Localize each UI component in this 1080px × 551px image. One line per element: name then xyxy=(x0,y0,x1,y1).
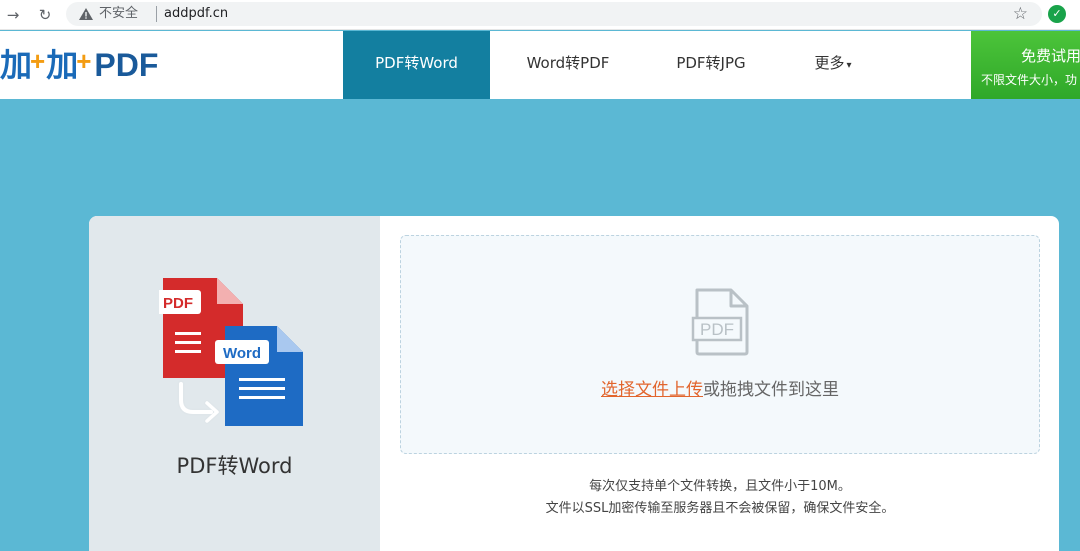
nav-more-dropdown[interactable]: 更多 ▾ xyxy=(782,31,884,99)
pdf-badge-label: PDF xyxy=(163,295,193,312)
nav-pdf-to-word[interactable]: PDF转Word xyxy=(343,31,490,99)
nav-label: PDF转Word xyxy=(375,54,458,72)
caret-down-icon: ▾ xyxy=(846,60,852,71)
site-logo[interactable]: 加+加+PDF xyxy=(0,45,158,85)
logo-text: PDF xyxy=(94,47,159,83)
logo-char: 加 xyxy=(0,47,33,83)
logo-plus: + xyxy=(76,46,92,76)
upload-hint: 选择文件上传或拖拽文件到这里 xyxy=(401,375,1039,400)
note-line: 每次仅支持单个文件转换，且文件小于10M。 xyxy=(589,479,851,494)
nav-label: 更多 xyxy=(814,54,845,72)
pdf-file-icon: PDF xyxy=(691,288,749,356)
divider xyxy=(156,6,157,22)
file-drop-zone[interactable]: PDF 选择文件上传或拖拽文件到这里 xyxy=(400,235,1040,454)
word-badge-label: Word xyxy=(223,345,261,362)
converter-card: PDF Word PDF转Word PDF 选择文件上传或拖拽文件到这里 每次仅… xyxy=(89,216,1059,551)
site-header: 加+加+PDF PDF转Word Word转PDF PDF转JPG 更多 ▾ 免费… xyxy=(0,31,1080,99)
tool-panel: PDF Word PDF转Word xyxy=(89,216,380,551)
trial-title: 免费试用 xyxy=(1021,47,1080,65)
browser-toolbar: → ↻ 不安全 addpdf.cn ☆ ✓ xyxy=(0,0,1080,30)
trial-subtitle: 不限文件大小，功 xyxy=(981,73,1078,87)
upload-notes: 每次仅支持单个文件转换，且文件小于10M。 文件以SSL加密传输至服务器且不会被… xyxy=(400,476,1040,520)
note-line: 文件以SSL加密传输至服务器且不会被保留，确保文件安全。 xyxy=(545,501,895,516)
address-bar[interactable]: 不安全 addpdf.cn ☆ xyxy=(66,2,1042,26)
url-text[interactable]: addpdf.cn xyxy=(164,6,228,22)
reload-icon[interactable]: ↻ xyxy=(36,6,54,24)
warning-icon xyxy=(79,8,93,20)
file-icon-label: PDF xyxy=(700,320,734,339)
nav-label: Word转PDF xyxy=(526,54,610,72)
nav-pdf-to-jpg[interactable]: PDF转JPG xyxy=(640,31,782,99)
extension-icon[interactable]: ✓ xyxy=(1048,5,1066,23)
nav-label: PDF转JPG xyxy=(676,54,746,72)
nav-word-to-pdf[interactable]: Word转PDF xyxy=(496,31,640,99)
drag-hint-text: 或拖拽文件到这里 xyxy=(703,380,839,400)
forward-icon[interactable]: → xyxy=(4,6,22,24)
logo-plus: + xyxy=(30,46,46,76)
tool-title: PDF转Word xyxy=(176,454,293,478)
free-trial-button[interactable]: 免费试用 不限文件大小，功 xyxy=(971,31,1080,99)
logo-char: 加 xyxy=(46,47,79,83)
security-status: 不安全 xyxy=(99,6,139,21)
pdf-to-word-illustration-icon: PDF Word xyxy=(159,278,303,426)
bookmark-star-icon[interactable]: ☆ xyxy=(1013,4,1028,24)
select-file-link[interactable]: 选择文件上传 xyxy=(601,380,703,400)
